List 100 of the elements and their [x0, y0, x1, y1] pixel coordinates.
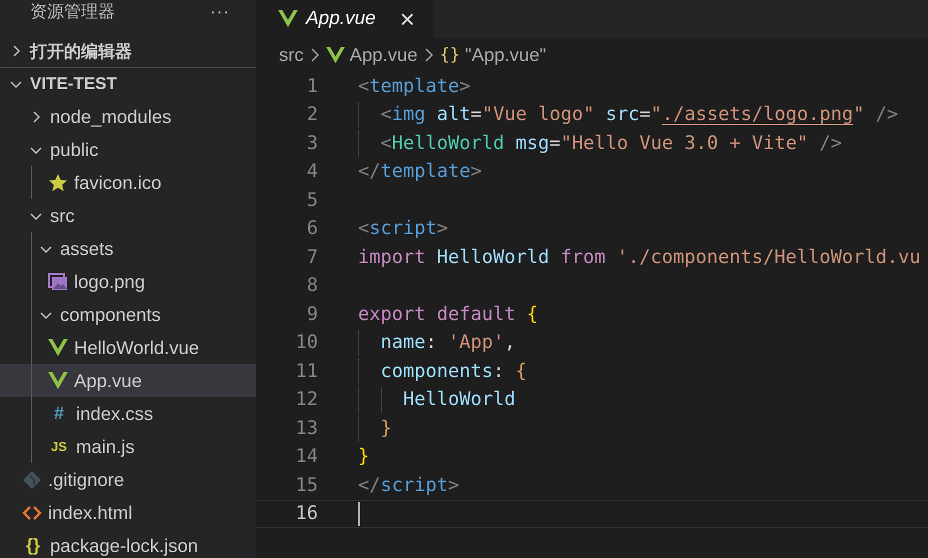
code-token: >: [436, 218, 448, 240]
image-icon: [48, 272, 68, 290]
folder-name: components: [60, 304, 161, 326]
folder-row[interactable]: src: [0, 199, 256, 232]
folder-name: src: [50, 204, 75, 226]
file-name: index.css: [76, 402, 154, 424]
code-token: }: [358, 446, 370, 468]
file-name: .gitignore: [48, 468, 124, 490]
line-number: 5: [306, 190, 318, 211]
tab-label: App.vue: [306, 8, 376, 30]
code-token: template: [369, 76, 460, 97]
code-token: template: [380, 161, 471, 182]
code-token: {: [526, 304, 538, 325]
diamond-icon: [22, 470, 42, 490]
code-token: from: [560, 246, 606, 268]
js-icon: JS: [48, 439, 70, 454]
more-actions-button[interactable]: ···: [210, 2, 230, 22]
line-number: 9: [306, 304, 318, 325]
line-number: 13: [294, 418, 318, 439]
code-token: msg: [514, 132, 550, 154]
code-token: export: [358, 304, 426, 325]
code-token: <: [380, 104, 392, 126]
code-token: ./assets/logo.png: [662, 104, 854, 126]
line-number: 6: [306, 218, 318, 240]
breadcrumb-item[interactable]: "App.vue": [465, 44, 546, 66]
file-row[interactable]: App.vue: [0, 364, 256, 397]
code-token: HelloWorld: [403, 389, 516, 410]
code-token: <: [358, 76, 370, 97]
code-token: >: [470, 161, 482, 182]
file-name: index.html: [48, 502, 132, 524]
chevron-icon: [308, 47, 321, 63]
code-token: import: [358, 246, 426, 268]
code-token: HelloWorld: [392, 132, 504, 154]
close-button[interactable]: ×: [400, 6, 415, 32]
folder-name: public: [50, 138, 98, 160]
file-row[interactable]: logo.png: [0, 265, 256, 298]
line-number: 11: [294, 360, 318, 382]
code-token: />: [874, 104, 898, 126]
folder-row[interactable]: assets: [0, 232, 256, 265]
braces-icon: {}: [22, 535, 44, 556]
file-row[interactable]: # index.css: [0, 397, 256, 430]
file-row[interactable]: favicon.ico: [0, 166, 256, 199]
folder-row[interactable]: public: [0, 133, 256, 166]
line-number: 12: [294, 389, 318, 410]
code-token: ": [650, 104, 662, 126]
v-logo-icon: [326, 46, 345, 64]
code-token: script: [380, 474, 448, 496]
line-number: 16: [294, 503, 318, 524]
folder-row[interactable]: components: [0, 298, 256, 331]
code-token: HelloWorld: [436, 246, 550, 268]
file-row[interactable]: JS main.js: [0, 430, 256, 463]
code-token: >: [448, 474, 460, 496]
file-row[interactable]: .gitignore: [0, 463, 256, 496]
breadcrumb-item[interactable]: App.vue: [350, 44, 418, 66]
code-token: name: [380, 332, 426, 354]
line-number: 8: [306, 275, 318, 296]
file-name: logo.png: [74, 270, 145, 292]
file-row[interactable]: HelloWorld.vue: [0, 331, 256, 364]
chevron-icon: [422, 47, 435, 63]
panel-title: 资源管理器: [30, 1, 115, 23]
code-token: {: [514, 360, 527, 382]
code-token: 'App': [447, 332, 504, 354]
code-token: <: [358, 218, 370, 240]
v-logo-icon: [48, 338, 68, 356]
editor-tab[interactable]: App.vue ×: [256, 0, 433, 38]
code-token: alt: [436, 104, 471, 126]
folder-row[interactable]: node_modules: [0, 100, 256, 133]
line-number: 10: [294, 332, 318, 354]
folder-name: node_modules: [50, 106, 172, 128]
code-token: =: [639, 104, 651, 126]
line-number: 4: [306, 161, 318, 182]
section-title: 打开的编辑器: [30, 40, 132, 62]
file-name: HelloWorld.vue: [74, 336, 200, 358]
v-logo-icon: [278, 10, 298, 28]
code-token: "Vue logo": [482, 104, 594, 126]
v-logo-icon: [48, 372, 68, 390]
code-token: =: [470, 104, 482, 126]
file-name: package-lock.json: [50, 534, 198, 556]
folder-name: assets: [60, 238, 114, 260]
code-token: :: [426, 332, 437, 354]
code-token: <: [380, 132, 392, 154]
file-row[interactable]: {} package-lock.json: [0, 529, 256, 558]
code-token: >: [459, 76, 471, 97]
project-header[interactable]: VITE-TEST: [0, 68, 256, 100]
line-number: 14: [294, 446, 318, 468]
code-token: }: [380, 418, 392, 439]
code-token: />: [818, 132, 842, 154]
code-token: script: [369, 218, 437, 240]
file-row[interactable]: index.html: [0, 496, 256, 529]
code-token: "Hello Vue 3.0 + Vite": [560, 132, 808, 154]
file-name: App.vue: [74, 370, 142, 392]
line-number: 2: [306, 104, 318, 126]
line-number: 3: [306, 132, 318, 154]
breadcrumb-item[interactable]: src: [279, 44, 304, 66]
file-name: favicon.ico: [74, 172, 162, 194]
code-token: ": [853, 104, 864, 126]
code-token: ,: [504, 332, 516, 354]
star-icon: [48, 172, 68, 192]
code-token: components: [380, 360, 494, 382]
file-name: main.js: [76, 436, 135, 458]
